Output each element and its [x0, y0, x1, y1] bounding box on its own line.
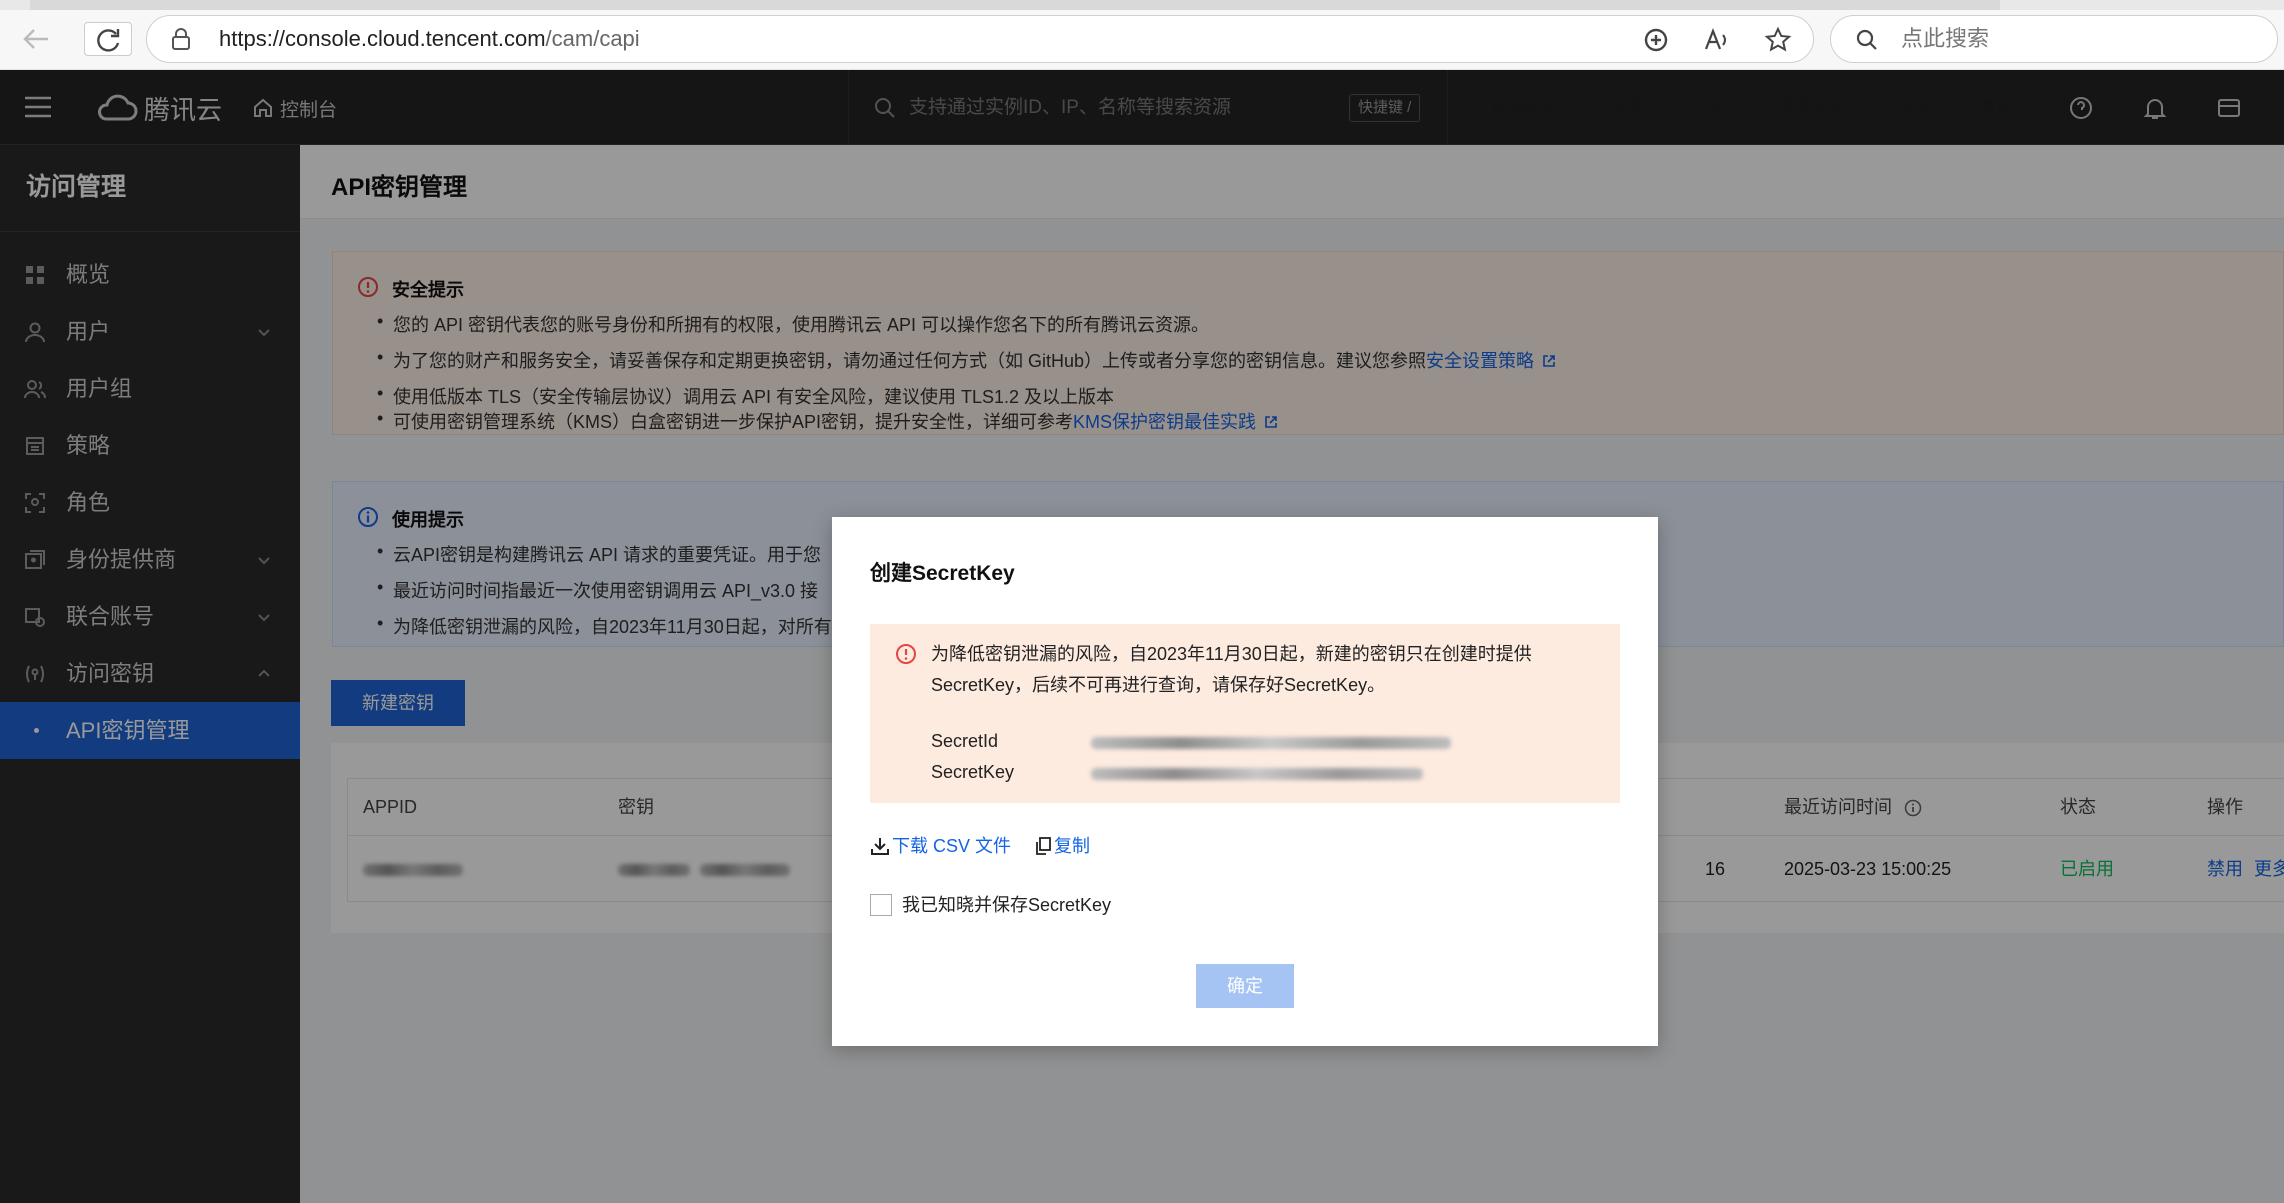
search-icon [1855, 28, 1879, 52]
download-csv-label: 下载 CSV 文件 [892, 836, 1012, 856]
dialog-title: 创建SecretKey [870, 562, 1015, 585]
download-icon [870, 836, 890, 856]
copy-button[interactable]: 复制 [1035, 833, 1090, 859]
dialog-warning-text: 为降低密钥泄漏的风险，自2023年11月30日起，新建的密钥只在创建时提供Sec… [931, 644, 1532, 695]
secret-id-value[interactable] [1091, 734, 1451, 752]
create-secretkey-dialog: 创建SecretKey 为降低密钥泄漏的风险，自2023年11月30日起，新建的… [832, 517, 1658, 1046]
browser-search-box[interactable]: 点此搜索 [1830, 15, 2278, 63]
checkbox[interactable] [870, 894, 892, 916]
lock-icon[interactable] [171, 28, 191, 50]
translate-icon[interactable] [1643, 27, 1669, 53]
dialog-warning: 为降低密钥泄漏的风险，自2023年11月30日起，新建的密钥只在创建时提供Sec… [870, 624, 1620, 803]
copy-icon [1035, 837, 1051, 855]
secret-id-label: SecretId [931, 731, 999, 751]
reload-icon[interactable] [84, 22, 132, 56]
favorite-star-icon[interactable] [1764, 26, 1792, 54]
address-bar[interactable]: https://console.cloud.tencent.com/cam/ca… [146, 15, 1814, 63]
url-path: /cam/capi [545, 26, 640, 51]
copy-label: 复制 [1054, 836, 1090, 856]
secret-key-value[interactable] [1091, 765, 1423, 783]
active-tab[interactable] [30, 0, 2000, 10]
tab-strip [0, 0, 2284, 10]
browser-toolbar: https://console.cloud.tencent.com/cam/ca… [0, 0, 2284, 70]
warning-icon [895, 643, 917, 665]
download-csv-button[interactable]: 下载 CSV 文件 [870, 833, 1011, 859]
read-aloud-icon[interactable] [1703, 27, 1731, 53]
back-icon[interactable] [22, 27, 52, 51]
confirm-button[interactable]: 确定 [1196, 964, 1294, 1008]
secret-key-label: SecretKey [931, 762, 1015, 782]
url-host: https://console.cloud.tencent.com [219, 26, 546, 51]
acknowledge-label: 我已知晓并保存SecretKey [902, 895, 1112, 915]
browser-search-placeholder: 点此搜索 [1901, 26, 1990, 51]
